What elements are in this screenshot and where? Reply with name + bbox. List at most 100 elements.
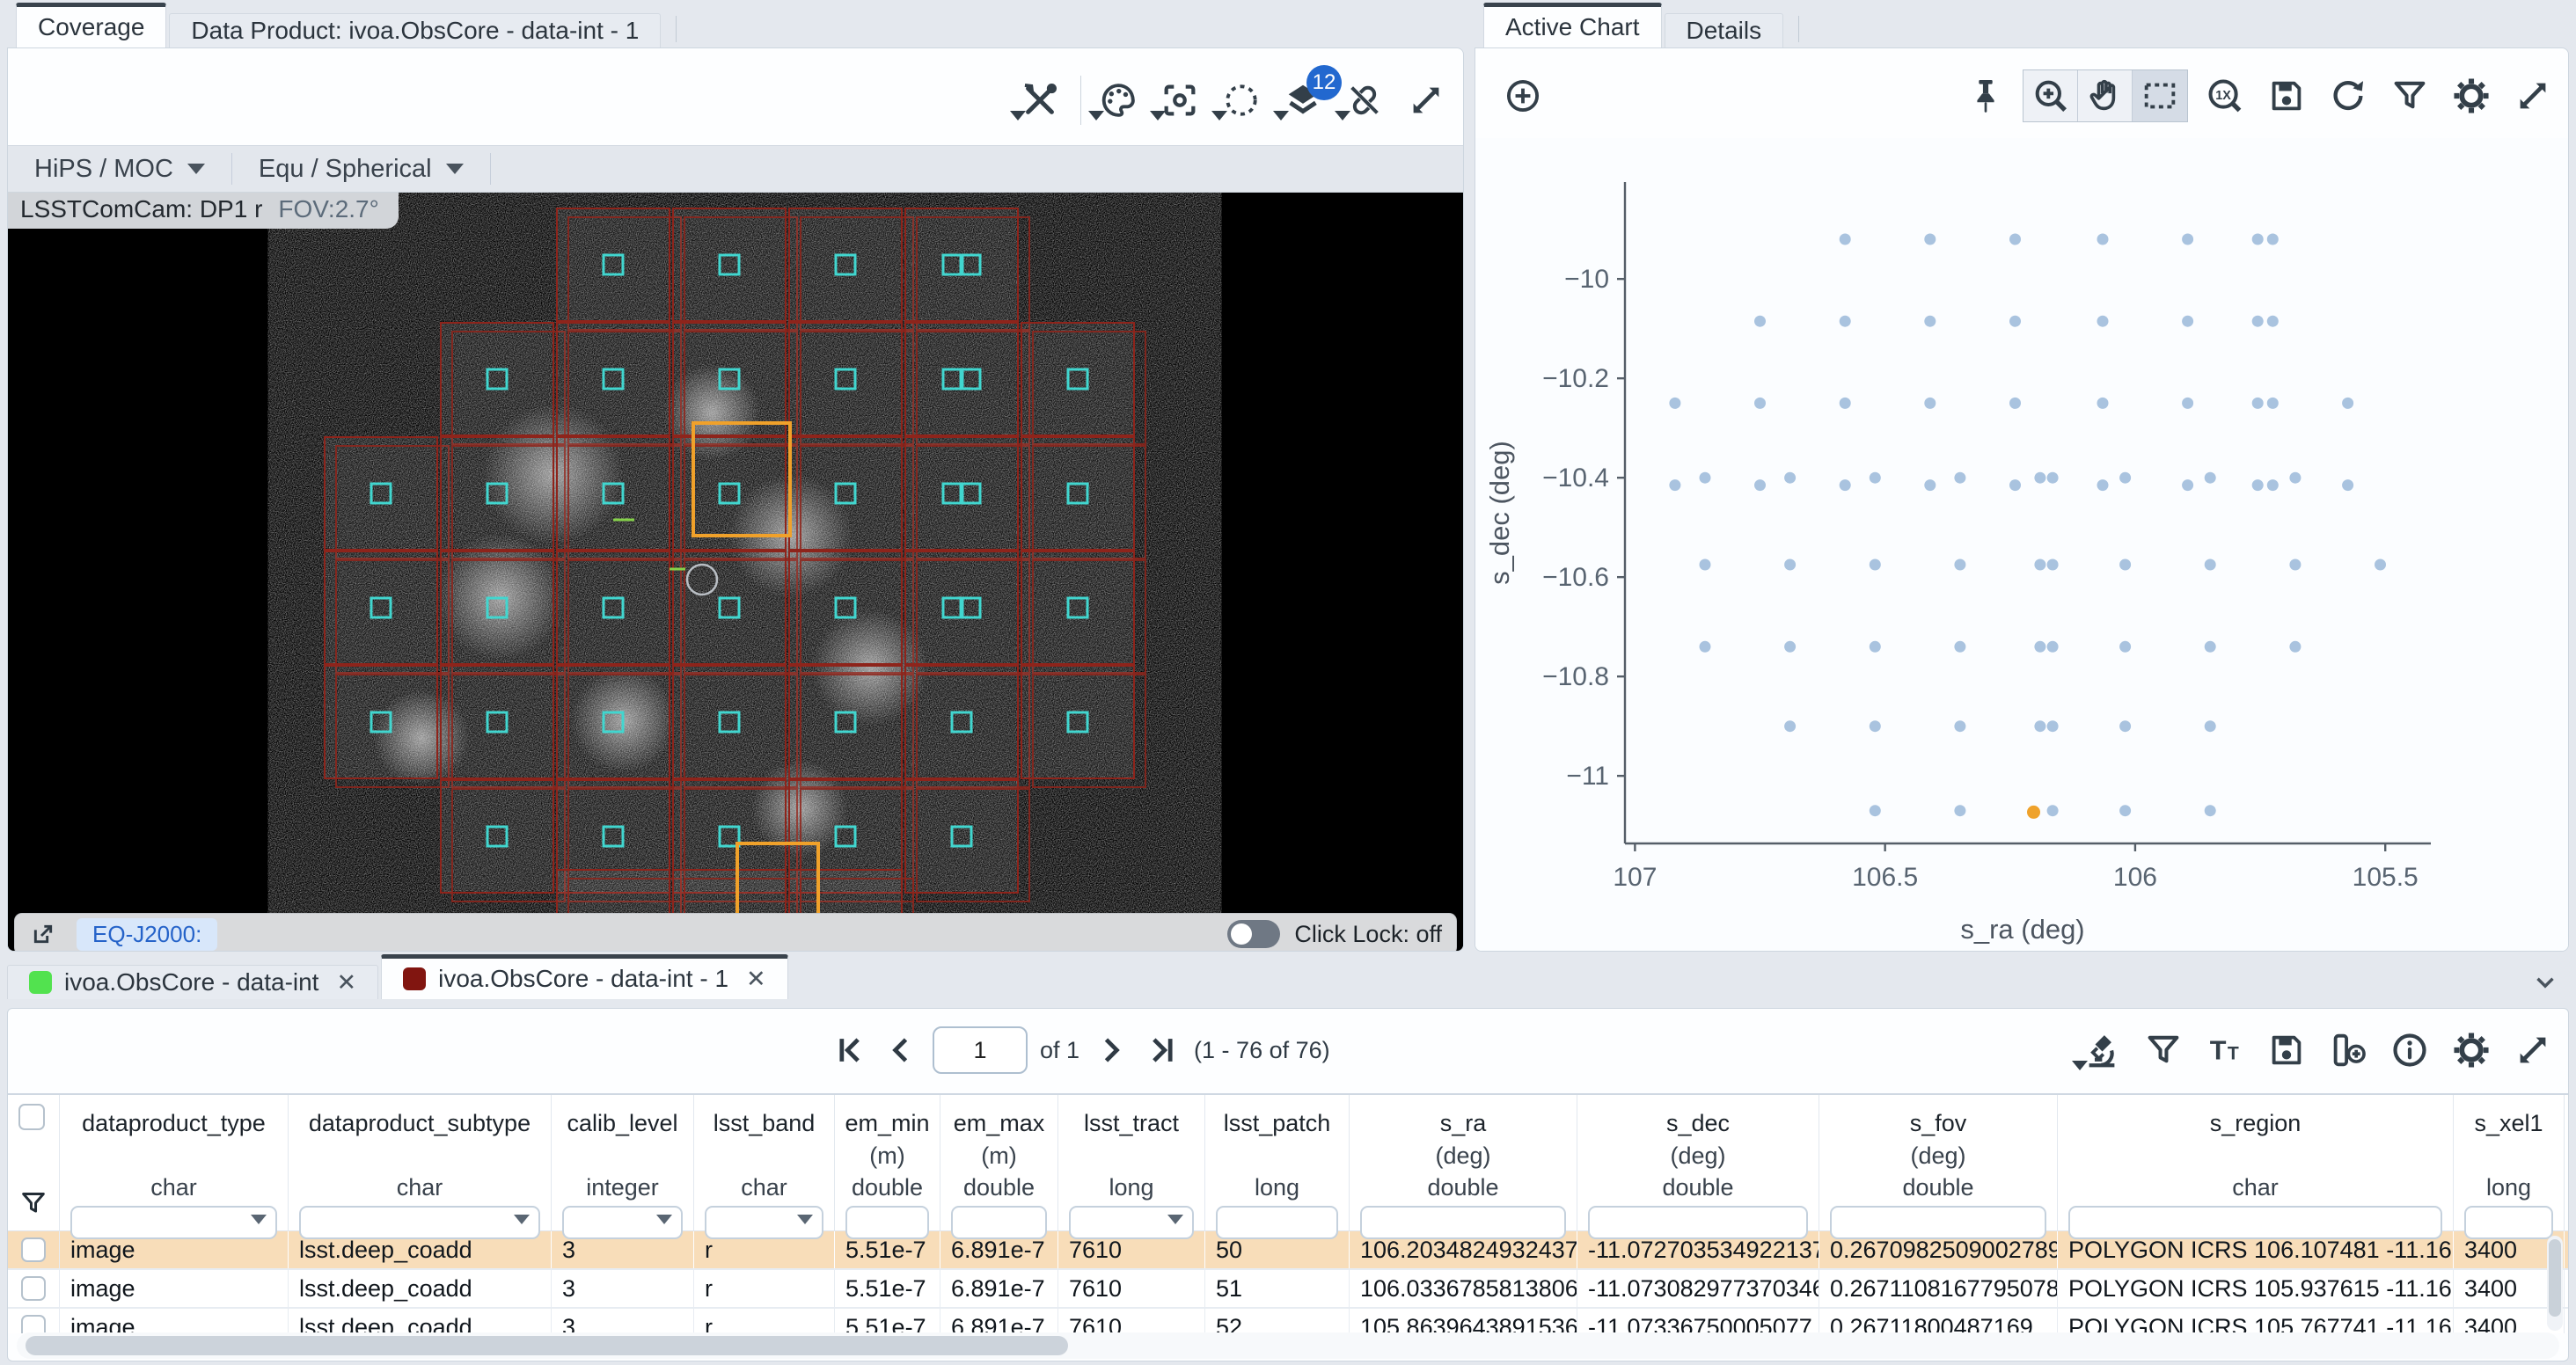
recenter-button[interactable] <box>1155 76 1204 125</box>
column-filter-input[interactable] <box>1360 1206 1566 1239</box>
scatter-chart[interactable]: −10−10.2−10.4−10.6−10.8−11107106.5106105… <box>1475 138 2568 952</box>
restore-chart-button[interactable] <box>2324 71 2373 120</box>
click-lock-toggle[interactable] <box>1227 920 1280 948</box>
row-checkbox[interactable] <box>21 1276 46 1301</box>
column-filter-input[interactable] <box>1069 1206 1194 1239</box>
tab-coverage[interactable]: Coverage <box>16 3 166 47</box>
column-header-em_max[interactable]: em_max(m)double <box>940 1095 1058 1230</box>
zoom-original-button[interactable]: 1X <box>2200 71 2250 120</box>
data-product-button[interactable] <box>2077 1026 2126 1075</box>
column-header-s_region[interactable]: s_regionchar <box>2058 1095 2454 1230</box>
column-filter-input[interactable] <box>562 1206 683 1239</box>
tab-table-1[interactable]: ivoa.ObsCore - data-int - 1 ✕ <box>381 954 788 999</box>
unlink-button[interactable] <box>1340 76 1389 125</box>
vertical-scrollbar[interactable] <box>2547 1236 2563 1331</box>
save-table-button[interactable] <box>2262 1026 2311 1075</box>
close-icon[interactable]: ✕ <box>746 966 766 993</box>
pin-chart-button[interactable] <box>1961 71 2010 120</box>
expand-chart-button[interactable] <box>2508 71 2558 120</box>
column-name: s_ra <box>1350 1106 1577 1141</box>
page-number-input[interactable] <box>933 1026 1028 1074</box>
column-header-s_dec[interactable]: s_dec(deg)double <box>1577 1095 1819 1230</box>
filter-table-button[interactable] <box>2139 1026 2188 1075</box>
pan-mode-button[interactable] <box>2078 70 2133 121</box>
row-checkbox[interactable] <box>21 1315 46 1333</box>
column-filter-input[interactable] <box>705 1206 823 1239</box>
table-cell: 51 <box>1205 1270 1350 1307</box>
tab-table-0[interactable]: ivoa.ObsCore - data-int ✕ <box>7 965 378 999</box>
collapse-table-icon[interactable] <box>2530 967 2560 997</box>
column-filter-input[interactable] <box>2068 1206 2442 1239</box>
column-name: lsst_tract <box>1058 1106 1204 1141</box>
save-icon <box>2266 1030 2307 1070</box>
horizontal-scrollbar[interactable] <box>17 1332 2559 1359</box>
projection-dropdown[interactable]: Equ / Spherical <box>259 155 464 184</box>
coverage-map[interactable]: LSSTComCam: DP1 rFOV:2.7° EQ-J2000: Clic… <box>8 193 1463 952</box>
table-color-swatch[interactable] <box>403 967 426 990</box>
table-header: dataproduct_typechardataproduct_subtypec… <box>8 1093 2568 1230</box>
select-all-checkbox[interactable] <box>18 1104 45 1130</box>
layers-button[interactable]: 12 <box>1278 76 1328 125</box>
hscroll-thumb[interactable] <box>26 1336 1068 1355</box>
row-checkbox[interactable] <box>21 1237 46 1262</box>
column-filter-input[interactable] <box>299 1206 540 1239</box>
tab-divider <box>1798 16 1799 42</box>
save-chart-button[interactable] <box>2262 71 2311 120</box>
table-options-button[interactable] <box>2447 1026 2496 1075</box>
select-mode-button[interactable] <box>2133 70 2187 121</box>
data-table: dataproduct_typechardataproduct_subtypec… <box>8 1093 2568 1333</box>
column-header-lsst_band[interactable]: lsst_bandchar <box>694 1095 835 1230</box>
column-type: char <box>694 1176 834 1202</box>
add-column-button[interactable] <box>2324 1026 2373 1075</box>
column-unit <box>1058 1141 1204 1176</box>
column-unit: (m) <box>835 1141 940 1176</box>
prev-page-button[interactable] <box>882 1031 920 1069</box>
column-filter-input[interactable] <box>1588 1206 1808 1239</box>
expand-coverage-button[interactable] <box>1401 76 1451 125</box>
first-page-button[interactable] <box>831 1031 869 1069</box>
tab-details[interactable]: Details <box>1665 13 1784 47</box>
add-chart-button[interactable] <box>1498 71 1548 120</box>
filter-row-icon[interactable] <box>18 1188 48 1218</box>
mode-button-group <box>2023 69 2188 122</box>
hips-moc-dropdown[interactable]: HiPS / MOC <box>34 155 205 184</box>
text-view-button[interactable]: TT <box>2200 1026 2250 1075</box>
column-header-lsst_tract[interactable]: lsst_tractlong <box>1058 1095 1205 1230</box>
zoom-mode-button[interactable] <box>2023 70 2078 121</box>
column-header-dataproduct_subtype[interactable]: dataproduct_subtypechar <box>289 1095 552 1230</box>
column-filter-input[interactable] <box>845 1206 929 1239</box>
vscroll-thumb[interactable] <box>2549 1239 2561 1317</box>
color-palette-button[interactable] <box>1094 76 1143 125</box>
chart-options-button[interactable] <box>2447 71 2496 120</box>
hips-moc-label: HiPS / MOC <box>34 155 173 184</box>
column-type: long <box>2454 1176 2564 1202</box>
column-header-lsst_patch[interactable]: lsst_patchlong <box>1205 1095 1350 1230</box>
filter-chart-button[interactable] <box>2385 71 2434 120</box>
tab-active-chart[interactable]: Active Chart <box>1483 3 1662 47</box>
table-color-swatch[interactable] <box>29 971 52 994</box>
column-header-s_ra[interactable]: s_ra(deg)double <box>1350 1095 1577 1230</box>
chart-toolbar: 1X <box>1475 48 2568 138</box>
expand-table-button[interactable] <box>2508 1026 2558 1075</box>
column-filter-input[interactable] <box>2464 1206 2553 1239</box>
column-filter-input[interactable] <box>70 1206 277 1239</box>
tools-button[interactable] <box>1015 76 1065 125</box>
column-header-dataproduct_type[interactable]: dataproduct_typechar <box>60 1095 289 1230</box>
column-header-em_min[interactable]: em_min(m)double <box>835 1095 940 1230</box>
next-page-button[interactable] <box>1092 1031 1131 1069</box>
column-header-calib_level[interactable]: calib_levelinteger <box>552 1095 694 1230</box>
table-info-button[interactable] <box>2385 1026 2434 1075</box>
column-filter-input[interactable] <box>1830 1206 2046 1239</box>
select-region-button[interactable] <box>1217 76 1266 125</box>
coverage-tabs: Coverage Data Product: ivoa.ObsCore - da… <box>7 7 1464 47</box>
column-header-s_xel1[interactable]: s_xel1long <box>2454 1095 2565 1230</box>
table-row[interactable]: imagelsst.deep_coadd3r5.51e-76.891e-7761… <box>8 1270 2568 1309</box>
close-icon[interactable]: ✕ <box>336 969 356 996</box>
table-row[interactable]: imagelsst.deep_coadd3r5.51e-76.891e-7761… <box>8 1309 2568 1333</box>
popout-icon[interactable] <box>29 920 57 948</box>
column-filter-input[interactable] <box>1216 1206 1338 1239</box>
tab-data-product[interactable]: Data Product: ivoa.ObsCore - data-int - … <box>169 13 661 47</box>
column-filter-input[interactable] <box>951 1206 1047 1239</box>
last-page-button[interactable] <box>1143 1031 1182 1069</box>
column-header-s_fov[interactable]: s_fov(deg)double <box>1819 1095 2058 1230</box>
